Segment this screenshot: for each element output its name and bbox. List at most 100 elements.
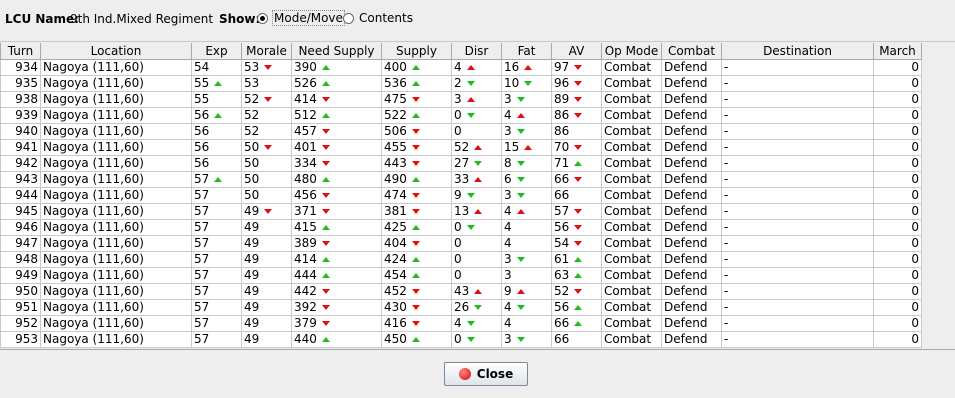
- column-header-av[interactable]: AV: [551, 43, 602, 60]
- cell-disr: 27: [451, 155, 502, 172]
- down-arrow-icon: [321, 193, 330, 198]
- cell-location: Nagoya (111,60): [40, 155, 192, 172]
- table-row[interactable]: 941 Nagoya (111,60) 56 50 401 455 52 15 70 Combat…: [0, 139, 922, 156]
- cell-morale-value: 49: [244, 332, 260, 347]
- cell-morale: 52: [241, 107, 292, 124]
- table-row[interactable]: 953 Nagoya (111,60) 57 49 440 450 0 3 66 Combat De…: [0, 331, 922, 348]
- table-row[interactable]: 939 Nagoya (111,60) 56 52 512 522 0 4 86 Combat De…: [0, 107, 922, 124]
- table-row[interactable]: 935 Nagoya (111,60) 55 53 526 536 2 10 96 Combat D…: [0, 75, 922, 92]
- cell-need: 457: [291, 123, 382, 140]
- cell-fat: 9: [501, 283, 552, 300]
- table-row[interactable]: 944 Nagoya (111,60) 57 50 456 474 9 3 66 Combat De…: [0, 187, 922, 204]
- column-header-combat[interactable]: Combat: [661, 43, 722, 60]
- table-row[interactable]: 942 Nagoya (111,60) 56 50 334 443 27 8 71 Combat D…: [0, 155, 922, 172]
- cell-dest: -: [721, 155, 874, 172]
- cell-disr-value: 4: [454, 60, 462, 75]
- table-row[interactable]: 951 Nagoya (111,60) 57 49 392 430 26 4 56 Combat D…: [0, 299, 922, 316]
- cell-turn-value: 942: [15, 156, 38, 171]
- cell-morale: 49: [241, 203, 292, 220]
- table-row[interactable]: 940 Nagoya (111,60) 56 52 457 506 0 3 86 Combat De…: [0, 123, 922, 140]
- column-header-turn[interactable]: Turn: [0, 43, 41, 60]
- table-row[interactable]: 946 Nagoya (111,60) 57 49 415 425 0 4 56 Combat De…: [0, 219, 922, 236]
- cell-combat: Defend: [661, 59, 722, 76]
- cell-dest-value: -: [724, 140, 729, 155]
- radio-contents-label[interactable]: Contents: [358, 10, 414, 26]
- column-header-location[interactable]: Location: [40, 43, 192, 60]
- header-separator: [0, 41, 955, 42]
- cell-need: 401: [291, 139, 382, 156]
- column-header-exp[interactable]: Exp: [191, 43, 242, 60]
- cell-dest: -: [721, 75, 874, 92]
- cell-disr-value: 0: [454, 220, 462, 235]
- column-header-disr[interactable]: Disr: [451, 43, 502, 60]
- column-header-destination[interactable]: Destination: [721, 43, 874, 60]
- cell-dest-value: -: [724, 76, 729, 91]
- cell-supply: 536: [381, 75, 452, 92]
- table-row[interactable]: 952 Nagoya (111,60) 57 49 379 416 4 4 66 Combat De…: [0, 315, 922, 332]
- column-header-morale[interactable]: Morale: [241, 43, 292, 60]
- cell-av-value: 56: [554, 220, 570, 235]
- column-header-supply[interactable]: Supply: [381, 43, 452, 60]
- up-arrow-icon: [321, 81, 330, 86]
- cell-location-value: Nagoya (111,60): [43, 76, 144, 91]
- cell-disr-value: 0: [454, 252, 462, 267]
- close-button[interactable]: Close: [444, 362, 528, 386]
- up-arrow-icon: [411, 273, 420, 278]
- up-arrow-icon: [321, 65, 330, 70]
- radio-contents[interactable]: Contents: [343, 10, 414, 26]
- cell-opmode: Combat: [601, 171, 662, 188]
- down-arrow-icon: [411, 145, 420, 150]
- cell-dest: -: [721, 139, 874, 156]
- cell-dest: -: [721, 219, 874, 236]
- down-arrow-icon: [411, 129, 420, 134]
- history-table[interactable]: Turn Location Exp Morale Need Supply Supply Di…: [0, 43, 922, 348]
- cell-morale-value: 49: [244, 268, 260, 283]
- table-row[interactable]: 947 Nagoya (111,60) 57 49 389 404 0 4 54 Combat De…: [0, 235, 922, 252]
- history-table-panel[interactable]: Turn Location Exp Morale Need Supply Supply Di…: [0, 43, 955, 349]
- table-row[interactable]: 948 Nagoya (111,60) 57 49 414 424 0 3 61 Combat De…: [0, 251, 922, 268]
- table-row[interactable]: 943 Nagoya (111,60) 57 50 480 490 33 6 66 Combat D…: [0, 171, 922, 188]
- column-header-need-supply[interactable]: Need Supply: [291, 43, 382, 60]
- table-row[interactable]: 934 Nagoya (111,60) 54 53 390 400 4 16 97 Combat D…: [0, 59, 922, 76]
- cell-exp: 57: [191, 283, 242, 300]
- up-arrow-icon: [411, 257, 420, 262]
- column-header-march[interactable]: March: [873, 43, 922, 60]
- cell-supply-value: 381: [384, 204, 407, 219]
- up-arrow-icon: [214, 113, 223, 118]
- table-row[interactable]: 950 Nagoya (111,60) 57 49 442 452 43 9 52 Combat D…: [0, 283, 922, 300]
- cell-turn: 944: [0, 187, 41, 204]
- cell-march-value: 0: [911, 284, 919, 299]
- cell-march-value: 0: [911, 172, 919, 187]
- cell-location-value: Nagoya (111,60): [43, 252, 144, 267]
- cell-location: Nagoya (111,60): [40, 315, 192, 332]
- cell-dest-value: -: [724, 172, 729, 187]
- column-header-fat[interactable]: Fat: [501, 43, 552, 60]
- radio-selected-icon[interactable]: [257, 12, 268, 24]
- cell-av-value: 97: [554, 60, 570, 75]
- cell-disr: 33: [451, 171, 502, 188]
- cell-dest: -: [721, 171, 874, 188]
- cell-dest: -: [721, 235, 874, 252]
- cell-morale: 53: [241, 59, 292, 76]
- cell-combat-value: Defend: [664, 172, 708, 187]
- table-row[interactable]: 949 Nagoya (111,60) 57 49 444 454 0 3 63 Combat De…: [0, 267, 922, 284]
- cell-combat: Defend: [661, 171, 722, 188]
- column-header-op-mode[interactable]: Op Mode: [601, 43, 662, 60]
- cell-location: Nagoya (111,60): [40, 331, 192, 348]
- cell-turn-value: 949: [15, 268, 38, 283]
- up-arrow-icon: [321, 273, 330, 278]
- cell-march-value: 0: [911, 108, 919, 123]
- down-arrow-icon: [516, 193, 525, 198]
- table-row[interactable]: 945 Nagoya (111,60) 57 49 371 381 13 4 57 Combat D…: [0, 203, 922, 220]
- cell-supply: 424: [381, 251, 452, 268]
- radio-mode-move-label[interactable]: Mode/Move: [272, 10, 345, 26]
- cell-location-value: Nagoya (111,60): [43, 140, 144, 155]
- radio-mode-move[interactable]: Mode/Move: [257, 10, 345, 26]
- cell-march-value: 0: [911, 140, 919, 155]
- cell-fat-value: 4: [504, 220, 512, 235]
- cell-dest: -: [721, 315, 874, 332]
- radio-unselected-icon[interactable]: [343, 12, 354, 24]
- cell-exp: 57: [191, 187, 242, 204]
- up-arrow-icon: [516, 209, 525, 214]
- table-row[interactable]: 938 Nagoya (111,60) 55 52 414 475 3 3 89 Combat De…: [0, 91, 922, 108]
